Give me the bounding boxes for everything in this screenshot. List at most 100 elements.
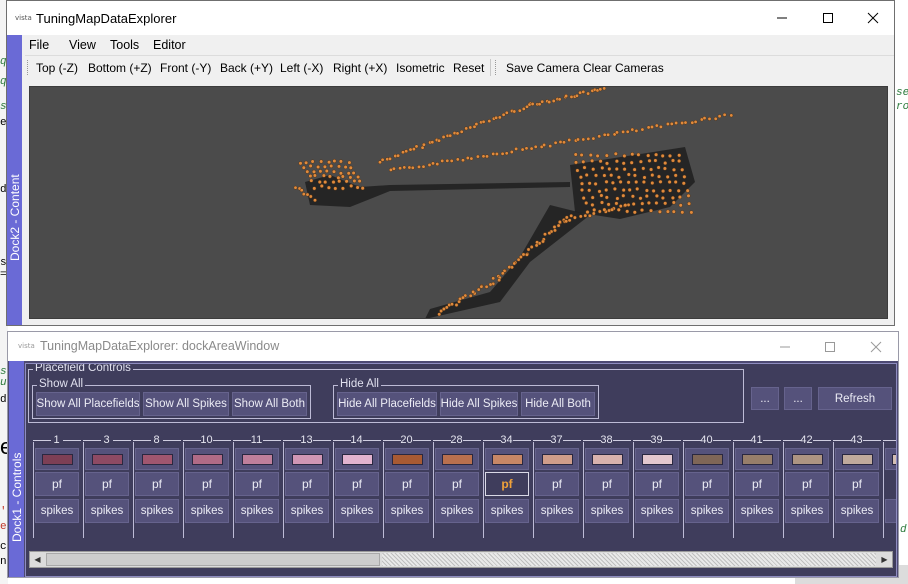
scrollbar-track[interactable] [382, 553, 876, 566]
more-options-button-2[interactable]: ... [784, 387, 812, 410]
toggle-spikes-button[interactable]: spikes [235, 499, 279, 523]
3d-viewport[interactable] [29, 86, 888, 319]
horizontal-scrollbar[interactable]: ◀ ▶ [29, 551, 893, 568]
menu-tools[interactable]: Tools [110, 38, 139, 52]
cell-color-swatch [592, 454, 623, 465]
toggle-placefield-button[interactable]: pf [235, 472, 279, 496]
top-view-button[interactable]: Top (-Z) [36, 61, 78, 75]
position-point [558, 220, 562, 224]
cell-color-button[interactable] [435, 448, 479, 470]
toggle-placefield-button[interactable]: pf [635, 472, 679, 496]
toggle-spikes-button[interactable]: spikes [635, 499, 679, 523]
toggle-placefield-button[interactable]: pf [135, 472, 179, 496]
toggle-placefield-button[interactable]: pf [435, 472, 479, 496]
refresh-button[interactable]: Refresh [818, 387, 892, 410]
toggle-spikes-button[interactable]: spikes [535, 499, 579, 523]
cell-color-button[interactable] [535, 448, 579, 470]
cell-color-button[interactable] [35, 448, 79, 470]
front-view-button[interactable]: Front (-Y) [160, 61, 211, 75]
toggle-spikes-button[interactable]: spikes [785, 499, 829, 523]
toggle-spikes-button[interactable]: spikes [435, 499, 479, 523]
menu-file[interactable]: File [29, 38, 49, 52]
maximize-button[interactable] [805, 1, 851, 35]
toolbar-grip[interactable] [27, 60, 30, 75]
dock-title-bar[interactable]: vista TuningMapDataExplorer: dockAreaWin… [8, 332, 898, 361]
toggle-placefield-button[interactable]: pf [285, 472, 329, 496]
cell-color-button[interactable] [85, 448, 129, 470]
left-view-button[interactable]: Left (-X) [280, 61, 323, 75]
cell-color-button[interactable] [185, 448, 229, 470]
toggle-spikes-button[interactable]: spikes [835, 499, 879, 523]
toggle-placefield-button[interactable]: pf [185, 472, 229, 496]
cell-color-button[interactable] [635, 448, 679, 470]
toggle-placefield-button[interactable]: pf [835, 472, 879, 496]
scroll-left-icon[interactable]: ◀ [30, 552, 45, 567]
show-all-spikes-button[interactable]: Show All Spikes [143, 392, 229, 416]
toggle-spikes-button[interactable]: spikes [385, 499, 429, 523]
cell-color-button[interactable] [785, 448, 829, 470]
isometric-view-button[interactable]: Isometric [396, 61, 445, 75]
toggle-placefield-button[interactable]: pf [35, 472, 79, 496]
toggle-placefield-button[interactable]: pf [685, 472, 729, 496]
cell-color-button[interactable] [135, 448, 179, 470]
close-button[interactable] [853, 332, 899, 361]
toggle-placefield-button[interactable]: pf [785, 472, 829, 496]
toggle-spikes-button[interactable]: spikes [35, 499, 79, 523]
cell-color-button[interactable] [485, 448, 529, 470]
toggle-placefield-button[interactable]: pf [335, 472, 379, 496]
reset-camera-button[interactable]: Reset [453, 61, 484, 75]
cell-color-button[interactable] [235, 448, 279, 470]
toggle-placefield-button[interactable]: pf [535, 472, 579, 496]
toggle-spikes-button[interactable]: spikes [285, 499, 329, 523]
hide-all-placefields-button[interactable]: Hide All Placefields [337, 392, 437, 416]
cell-color-button[interactable] [585, 448, 629, 470]
toggle-spikes-button[interactable]: spikes [585, 499, 629, 523]
cell-color-button[interactable] [685, 448, 729, 470]
toggle-placefield-button[interactable]: pf [485, 472, 529, 496]
toggle-spikes-button[interactable]: spikes [135, 499, 179, 523]
toggle-placefield-button[interactable]: pf [85, 472, 129, 496]
cell-color-button[interactable] [735, 448, 779, 470]
back-view-button[interactable]: Back (+Y) [220, 61, 273, 75]
right-view-button[interactable]: Right (+X) [333, 61, 387, 75]
toggle-spikes-button[interactable]: spikes [735, 499, 779, 523]
bottom-view-button[interactable]: Bottom (+Z) [88, 61, 152, 75]
placefield-cell-20: 20 pf spikes [382, 434, 431, 538]
cell-color-button[interactable] [885, 448, 896, 470]
toggle-spikes-button[interactable]: spikes [85, 499, 129, 523]
toggle-spikes-button[interactable]: spikes [485, 499, 529, 523]
dock2-content-tab[interactable]: Dock2 - Content [7, 35, 22, 325]
dock1-controls-tab[interactable]: Dock1 - Controls [9, 361, 24, 577]
clear-cameras-button[interactable]: Clear Cameras [583, 61, 664, 75]
hide-all-spikes-button[interactable]: Hide All Spikes [440, 392, 518, 416]
minimize-button[interactable] [759, 1, 805, 35]
close-button[interactable] [850, 1, 896, 35]
position-point [613, 151, 618, 156]
placefield-cell-43: 43 pf spikes [832, 434, 881, 538]
scrollbar-thumb[interactable] [46, 553, 380, 566]
scroll-right-icon[interactable]: ▶ [877, 552, 892, 567]
show-all-both-button[interactable]: Show All Both [232, 392, 307, 416]
toggle-spikes-button[interactable]: spikes [185, 499, 229, 523]
menu-view[interactable]: View [69, 38, 96, 52]
toggle-placefield-button[interactable]: pf [735, 472, 779, 496]
menu-editor[interactable]: Editor [153, 38, 186, 52]
save-camera-button[interactable]: Save Camera [506, 61, 579, 75]
cell-color-button[interactable] [835, 448, 879, 470]
minimize-button[interactable] [762, 332, 808, 361]
cell-color-button[interactable] [385, 448, 429, 470]
toggle-spikes-button[interactable]: spikes [685, 499, 729, 523]
toggle-spikes-button[interactable]: spikes [335, 499, 379, 523]
title-bar[interactable]: vista TuningMapDataExplorer [7, 1, 894, 35]
more-options-button[interactable]: ... [751, 387, 779, 410]
toggle-placefield-button[interactable]: pf [585, 472, 629, 496]
cell-color-button[interactable] [335, 448, 379, 470]
position-point [598, 87, 603, 92]
toggle-placefield-button[interactable]: pf [385, 472, 429, 496]
toolbar-grip[interactable] [495, 60, 498, 75]
show-all-placefields-button[interactable]: Show All Placefields [36, 392, 140, 416]
maximize-button[interactable] [807, 332, 853, 361]
hide-all-both-button[interactable]: Hide All Both [521, 392, 595, 416]
cell-color-button[interactable] [285, 448, 329, 470]
toggle-spikes-button[interactable]: sp [885, 499, 896, 523]
